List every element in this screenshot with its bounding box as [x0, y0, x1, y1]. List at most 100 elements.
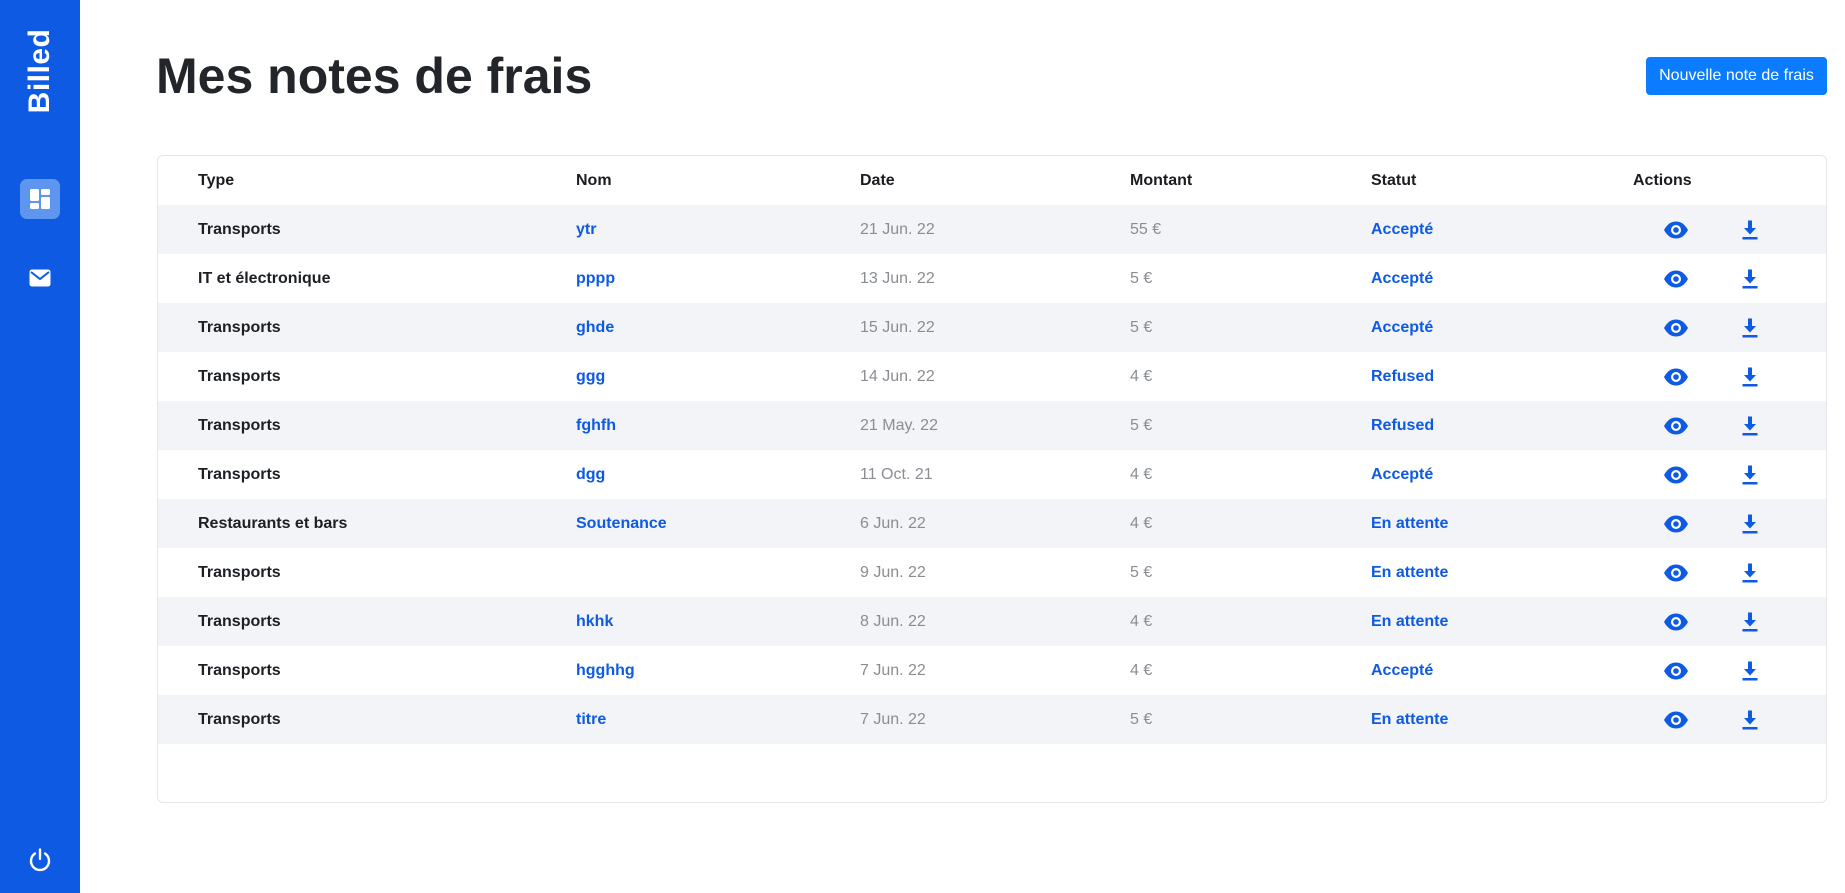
bill-amount: 4 €: [1130, 612, 1153, 630]
logout-button[interactable]: [20, 840, 60, 880]
column-header-amount: Montant: [1130, 171, 1193, 189]
bill-type: Transports: [198, 416, 281, 434]
bill-type: Transports: [198, 367, 281, 385]
download-icon[interactable]: [1739, 352, 1761, 401]
bill-type: Restaurants et bars: [198, 514, 348, 532]
column-header-type: Type: [198, 171, 235, 189]
sidebar-item-bills[interactable]: [20, 179, 60, 219]
eye-icon[interactable]: [1661, 695, 1691, 744]
bill-date: 21 May. 22: [860, 416, 938, 434]
eye-icon[interactable]: [1661, 303, 1691, 352]
download-icon[interactable]: [1739, 303, 1761, 352]
bill-status: Accepté: [1371, 661, 1434, 679]
bill-date: 9 Jun. 22: [860, 563, 926, 581]
page-title: Mes notes de frais: [156, 48, 593, 104]
bill-type: Transports: [198, 612, 281, 630]
bill-type: Transports: [198, 318, 281, 336]
mail-icon: [29, 269, 51, 287]
bill-date: 7 Jun. 22: [860, 661, 926, 679]
eye-icon[interactable]: [1661, 205, 1691, 254]
table-row: Transports fghfh 21 May. 22 5 € Refused: [158, 401, 1826, 450]
new-bill-button[interactable]: Nouvelle note de frais: [1646, 57, 1827, 95]
bill-date: 13 Jun. 22: [860, 269, 935, 287]
download-icon[interactable]: [1739, 401, 1761, 450]
brand-logo: Billed: [23, 28, 56, 114]
bill-date: 6 Jun. 22: [860, 514, 926, 532]
bill-name[interactable]: dgg: [576, 450, 605, 499]
bill-amount: 55 €: [1130, 220, 1162, 238]
bill-name[interactable]: hgghhg: [576, 646, 635, 695]
bill-status: Refused: [1371, 416, 1435, 434]
download-icon[interactable]: [1739, 450, 1761, 499]
bills-table: Type Nom Date Montant Statut Actions Tra…: [157, 155, 1827, 803]
eye-icon[interactable]: [1661, 450, 1691, 499]
bill-name[interactable]: hkhk: [576, 597, 613, 646]
table-header: Type Nom Date Montant Statut Actions: [158, 156, 1826, 205]
sidebar-item-mail[interactable]: [20, 258, 60, 298]
bill-name[interactable]: ghde: [576, 303, 614, 352]
table-row: Restaurants et bars Soutenance 6 Jun. 22 4 …: [158, 499, 1826, 548]
download-icon[interactable]: [1739, 597, 1761, 646]
bill-date: 14 Jun. 22: [860, 367, 935, 385]
bill-name[interactable]: ggg: [576, 352, 605, 401]
bill-status: En attente: [1371, 612, 1449, 630]
table-row: Transports ggg 14 Jun. 22 4 € Refused: [158, 352, 1826, 401]
bill-name[interactable]: Soutenance: [576, 499, 667, 548]
bill-date: 15 Jun. 22: [860, 318, 935, 336]
eye-icon[interactable]: [1661, 352, 1691, 401]
bill-status: En attente: [1371, 514, 1449, 532]
bill-status: En attente: [1371, 710, 1449, 728]
bill-status: Accepté: [1371, 220, 1434, 238]
bill-type: Transports: [198, 710, 281, 728]
column-header-status: Statut: [1371, 171, 1417, 189]
table-row: Transports titre 7 Jun. 22 5 € En attente: [158, 695, 1826, 744]
window-icon: [30, 189, 50, 209]
eye-icon[interactable]: [1661, 499, 1691, 548]
bill-status: Accepté: [1371, 465, 1434, 483]
bill-amount: 4 €: [1130, 661, 1153, 679]
eye-icon[interactable]: [1661, 401, 1691, 450]
bill-amount: 4 €: [1130, 465, 1153, 483]
bill-amount: 5 €: [1130, 269, 1153, 287]
bill-name[interactable]: titre: [576, 695, 606, 744]
bill-type: Transports: [198, 563, 281, 581]
column-header-date: Date: [860, 171, 895, 189]
column-header-actions: Actions: [1633, 171, 1692, 189]
bill-amount: 5 €: [1130, 710, 1153, 728]
bill-name[interactable]: pppp: [576, 254, 615, 303]
table-row: Transports dgg 11 Oct. 21 4 € Accepté: [158, 450, 1826, 499]
bill-type: Transports: [198, 661, 281, 679]
bill-amount: 5 €: [1130, 318, 1153, 336]
bill-date: 7 Jun. 22: [860, 710, 926, 728]
eye-icon[interactable]: [1661, 254, 1691, 303]
bill-name[interactable]: fghfh: [576, 401, 616, 450]
bill-amount: 4 €: [1130, 514, 1153, 532]
eye-icon[interactable]: [1661, 646, 1691, 695]
bill-status: En attente: [1371, 563, 1449, 581]
bill-type: IT et électronique: [198, 269, 331, 287]
column-header-name: Nom: [576, 171, 612, 189]
table-row: Transports ghde 15 Jun. 22 5 € Accepté: [158, 303, 1826, 352]
bill-status: Accepté: [1371, 318, 1434, 336]
download-icon[interactable]: [1739, 499, 1761, 548]
power-icon: [29, 848, 51, 872]
download-icon[interactable]: [1739, 646, 1761, 695]
eye-icon[interactable]: [1661, 548, 1691, 597]
download-icon[interactable]: [1739, 205, 1761, 254]
download-icon[interactable]: [1739, 254, 1761, 303]
download-icon[interactable]: [1739, 695, 1761, 744]
bill-amount: 5 €: [1130, 416, 1153, 434]
sidebar: Billed: [0, 0, 80, 893]
bill-date: 11 Oct. 21: [860, 465, 933, 483]
bill-status: Refused: [1371, 367, 1435, 385]
download-icon[interactable]: [1739, 548, 1761, 597]
bill-type: Transports: [198, 465, 281, 483]
bill-date: 8 Jun. 22: [860, 612, 926, 630]
bill-amount: 4 €: [1130, 367, 1153, 385]
table-row: IT et électronique pppp 13 Jun. 22 5 € Accep…: [158, 254, 1826, 303]
table-row: Transports hgghhg 7 Jun. 22 4 € Accepté: [158, 646, 1826, 695]
eye-icon[interactable]: [1661, 597, 1691, 646]
table-row: Transports ytr 21 Jun. 22 55 € Accepté: [158, 205, 1826, 254]
bill-name[interactable]: ytr: [576, 205, 596, 254]
table-row: Transports hkhk 8 Jun. 22 4 € En attente: [158, 597, 1826, 646]
